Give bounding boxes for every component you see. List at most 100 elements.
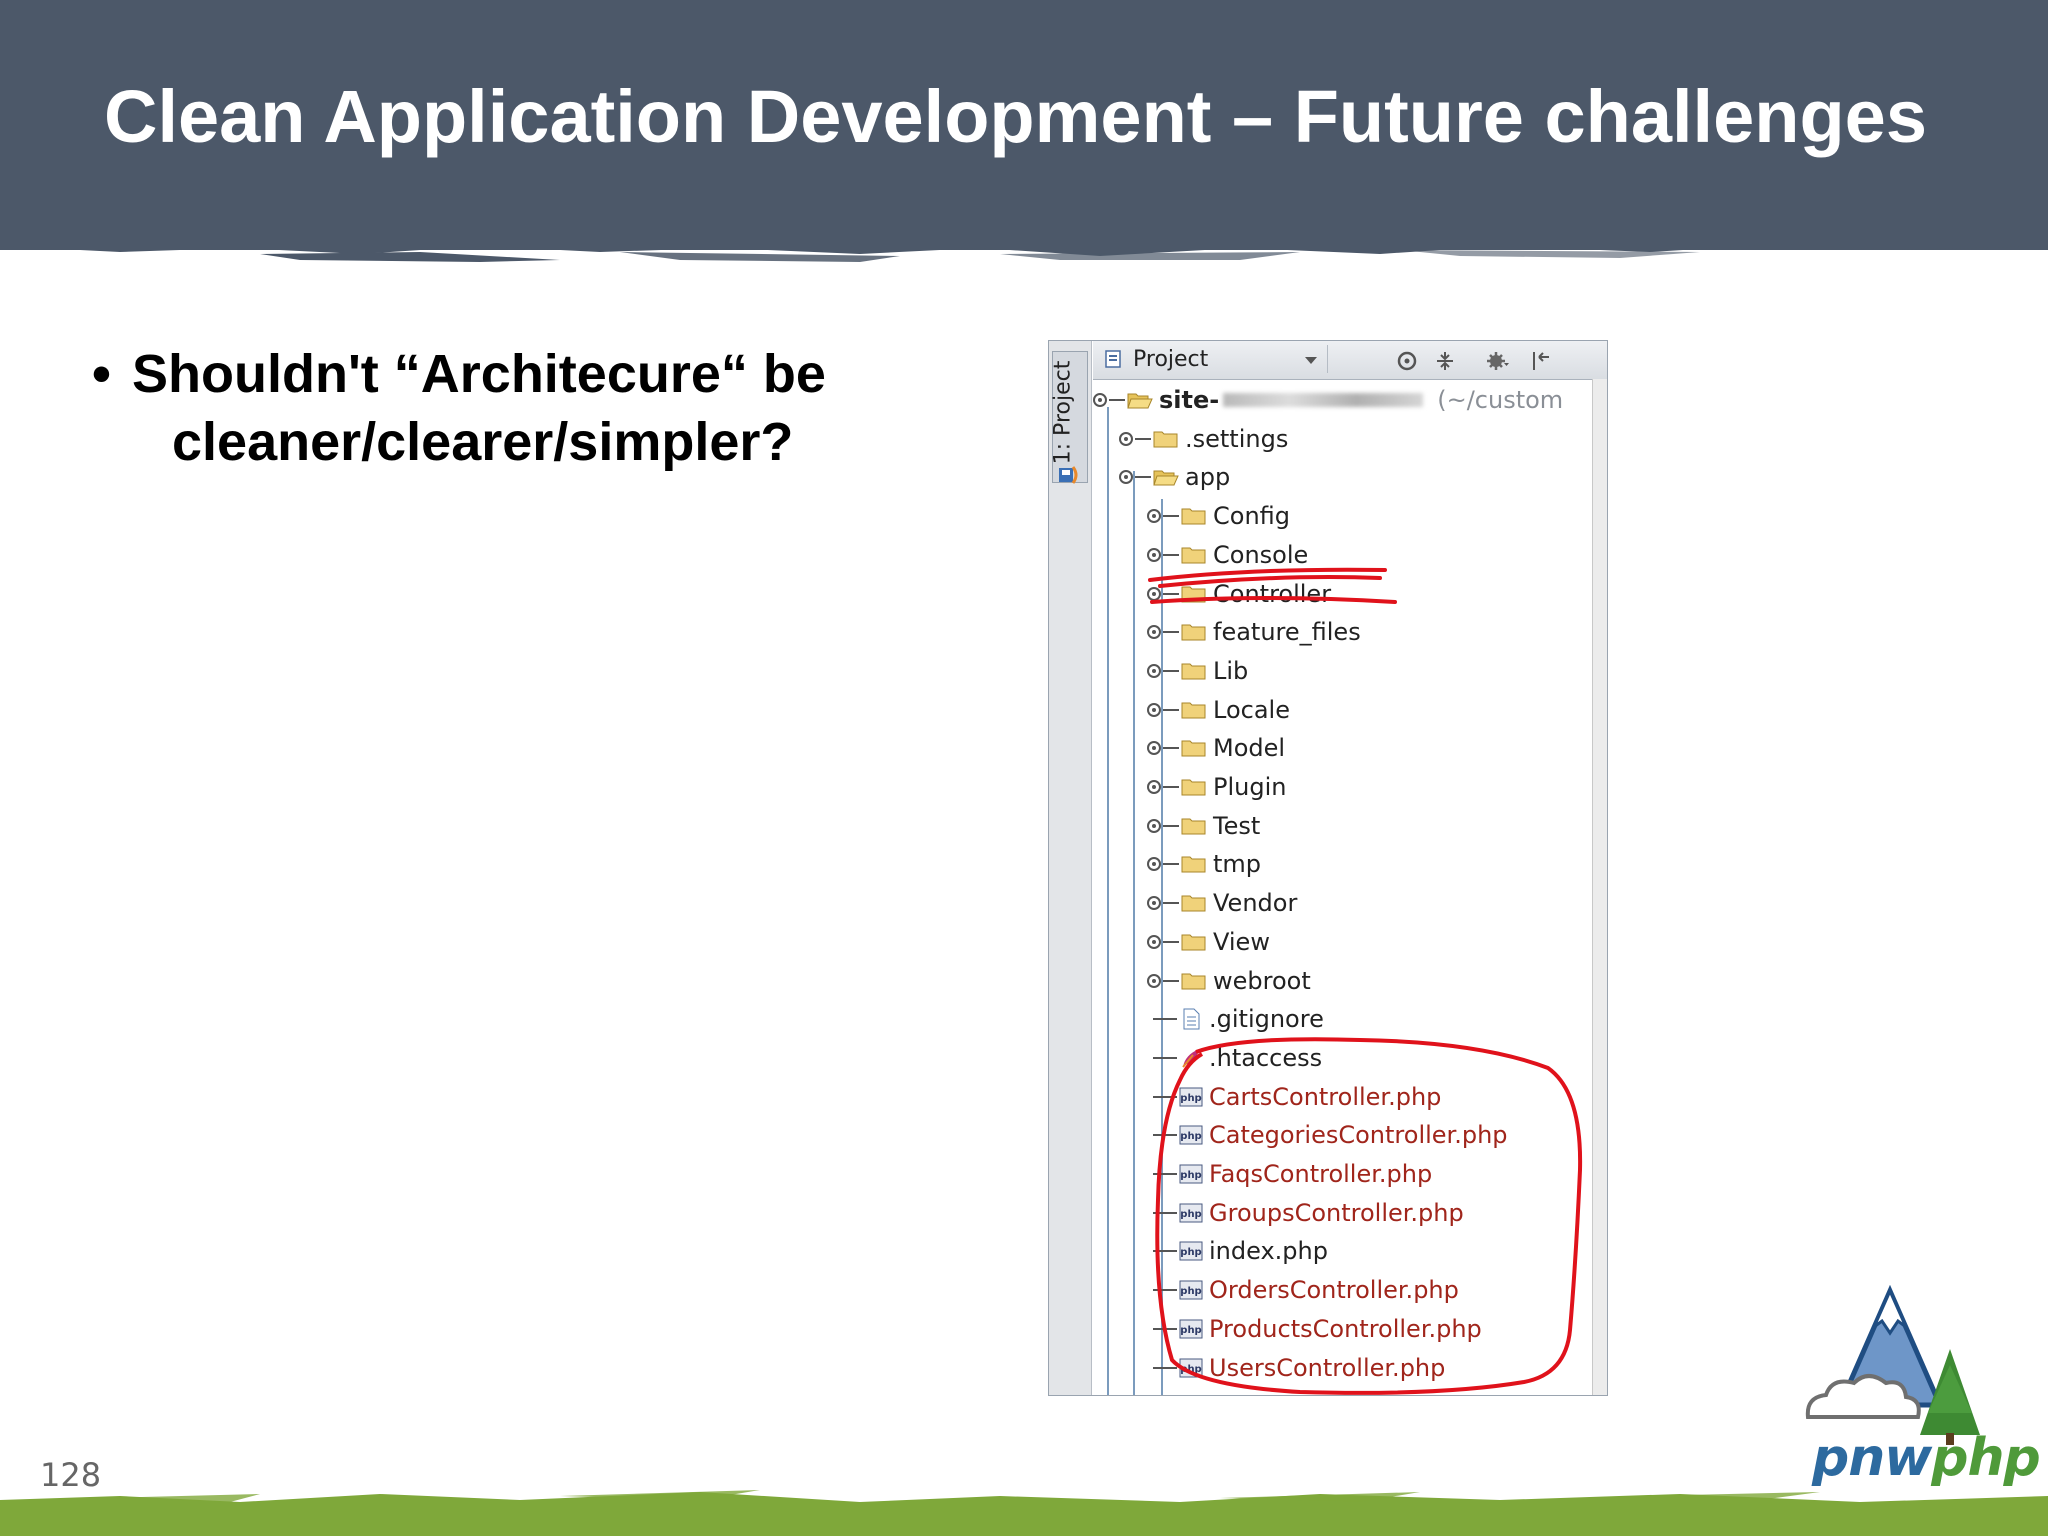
- tree-item-label: Locale: [1213, 695, 1290, 724]
- tree-item-label: .settings: [1185, 424, 1289, 453]
- tree-file-item[interactable]: php UsersController.php: [1147, 1349, 1445, 1387]
- tree-item-label: Lib: [1213, 656, 1249, 685]
- tree-folder-item[interactable]: Plugin: [1147, 768, 1286, 806]
- expand-toggle[interactable]: [1147, 586, 1161, 601]
- expand-toggle[interactable]: [1147, 509, 1161, 524]
- tree-connector: [1163, 669, 1179, 672]
- folder-icon: [1181, 895, 1206, 912]
- expand-toggle[interactable]: [1147, 625, 1161, 640]
- tree-root[interactable]: site- (~/custom: [1093, 381, 1563, 419]
- expand-toggle[interactable]: [1147, 547, 1161, 562]
- php-file-icon: php: [1179, 1164, 1203, 1184]
- php-file-icon: php: [1179, 1087, 1203, 1107]
- tree-folder-item[interactable]: app: [1119, 458, 1230, 496]
- svg-text:php: php: [1180, 1209, 1201, 1220]
- tree-folder-item[interactable]: feature_files: [1147, 613, 1361, 651]
- tree-file-item[interactable]: php CategoriesController.php: [1147, 1116, 1508, 1154]
- tree-item-label: FaqsController.php: [1209, 1160, 1433, 1188]
- folder-icon: [1181, 740, 1206, 757]
- tree-connector: [1163, 747, 1179, 750]
- tree-folder-item[interactable]: tmp: [1147, 845, 1261, 883]
- tab-project[interactable]: 1: Project: [1050, 351, 1088, 483]
- tree-file-item[interactable]: php ProductsController.php: [1147, 1310, 1482, 1348]
- grass-footer: [0, 1490, 2048, 1536]
- pin-icon[interactable]: [1529, 349, 1553, 373]
- expand-toggle[interactable]: [1119, 470, 1133, 485]
- tree-connector: [1135, 437, 1151, 440]
- tree-item-label: Model: [1213, 734, 1286, 763]
- expand-toggle[interactable]: [1147, 857, 1161, 872]
- tree-folder-item[interactable]: webroot: [1147, 962, 1311, 1000]
- folder-icon: [1181, 547, 1206, 564]
- folder-icon: [1181, 663, 1206, 680]
- crosshair-icon[interactable]: [1395, 349, 1419, 373]
- project-tree: site- (~/custom .settings app Config Consol…: [1093, 379, 1593, 1395]
- tree-folder-item[interactable]: Controller: [1147, 575, 1331, 613]
- tree-folder-item[interactable]: View: [1147, 923, 1270, 961]
- tab-project-label: 1: Project: [1050, 360, 1076, 465]
- tree-folder-item[interactable]: Locale: [1147, 691, 1290, 729]
- collapse-icon[interactable]: [1433, 349, 1457, 373]
- tree-folder-item[interactable]: Config: [1147, 497, 1290, 535]
- tree-item-label: Plugin: [1213, 773, 1287, 801]
- folder-icon: [1181, 586, 1206, 602]
- tree-item-label: ProductsController.php: [1209, 1314, 1482, 1343]
- tree-scrollbar[interactable]: [1592, 379, 1607, 1395]
- tree-file-item[interactable]: php index.php: [1147, 1232, 1328, 1270]
- tree-file-item[interactable]: php OrdersController.php: [1147, 1271, 1459, 1309]
- tree-folder-item[interactable]: Console: [1147, 536, 1308, 574]
- expand-toggle[interactable]: [1147, 896, 1161, 911]
- tree-file-item[interactable]: .htaccess: [1147, 1039, 1322, 1077]
- tree-item-label: GroupsController.php: [1209, 1198, 1464, 1227]
- tree-folder-item[interactable]: Vendor: [1147, 884, 1297, 922]
- bullet-line-1: Shouldn't “Architecure“ be: [132, 344, 826, 404]
- gear-icon[interactable]: [1485, 349, 1509, 373]
- expand-toggle[interactable]: [1093, 393, 1107, 407]
- tree-item-label: Controller: [1213, 579, 1332, 608]
- tree-connector: [1109, 399, 1125, 401]
- tree-item-label: index.php: [1209, 1237, 1328, 1266]
- logo-text: pnwphp: [1812, 1428, 2041, 1488]
- folder-open-icon: [1153, 470, 1179, 486]
- tree-connector: [1153, 1250, 1177, 1253]
- svg-text:php: php: [1180, 1093, 1201, 1104]
- expand-toggle[interactable]: [1147, 780, 1161, 794]
- tree-connector: [1153, 1173, 1177, 1175]
- tree-file-item[interactable]: php GroupsController.php: [1147, 1194, 1464, 1232]
- expand-toggle[interactable]: [1147, 973, 1161, 988]
- folder-icon: [1181, 818, 1206, 835]
- tree-file-item[interactable]: php CartsController.php: [1147, 1078, 1441, 1116]
- expand-toggle[interactable]: [1147, 818, 1161, 833]
- expand-toggle[interactable]: [1147, 663, 1161, 678]
- tree-folder-item[interactable]: Lib: [1147, 652, 1248, 690]
- tree-file-item[interactable]: .gitignore: [1147, 1000, 1324, 1038]
- project-icon: [1105, 350, 1121, 368]
- view-selector[interactable]: Project: [1099, 345, 1328, 373]
- tree-connector: [1163, 592, 1179, 595]
- tree-connector: [1153, 1289, 1177, 1292]
- expand-toggle[interactable]: [1147, 741, 1161, 756]
- bullet-line-2: cleaner/clearer/simpler?: [172, 412, 794, 472]
- svg-text:php: php: [1180, 1247, 1201, 1258]
- tree-connector: [1153, 1366, 1177, 1369]
- tree-item-label: app: [1185, 463, 1231, 492]
- feather-icon: [1182, 1048, 1199, 1068]
- tree-folder-item[interactable]: .settings: [1119, 420, 1288, 458]
- tree-file-item[interactable]: php FaqsController.php: [1147, 1155, 1432, 1193]
- tree-folder-item[interactable]: Test: [1147, 807, 1260, 845]
- redacted-name: [1223, 393, 1424, 407]
- tree-connector: [1153, 1095, 1177, 1098]
- expand-toggle[interactable]: [1119, 431, 1133, 446]
- tree-connector: [1163, 553, 1179, 556]
- expand-toggle[interactable]: [1147, 934, 1161, 949]
- svg-text:php: php: [1180, 1364, 1201, 1375]
- svg-text:php: php: [1180, 1131, 1201, 1142]
- tree-connector: [1163, 515, 1179, 518]
- tree-connector: [1153, 1134, 1177, 1137]
- tree-folder-item[interactable]: Model: [1147, 729, 1285, 767]
- tree-connector: [1153, 1056, 1177, 1059]
- php-file-icon: php: [1179, 1358, 1203, 1377]
- slide-header: Clean Application Development – Future c…: [0, 0, 2048, 262]
- expand-toggle[interactable]: [1147, 702, 1161, 717]
- tree-item-label: Test: [1213, 811, 1261, 840]
